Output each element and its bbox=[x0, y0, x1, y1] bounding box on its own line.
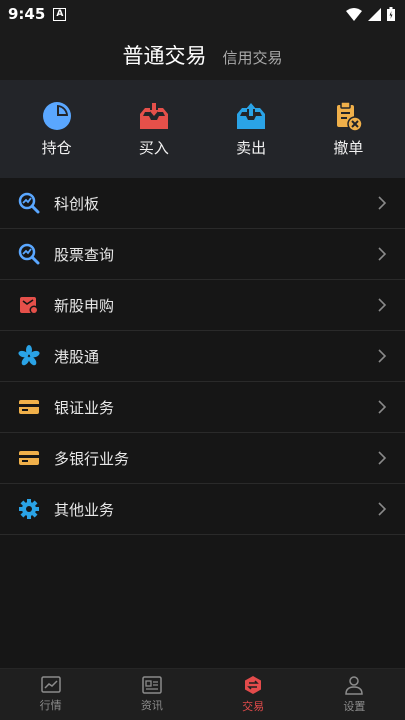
sell-label: 卖出 bbox=[236, 138, 267, 157]
nav-settings[interactable]: 设置 bbox=[304, 669, 405, 720]
menu-item-hk-connect[interactable]: 港股通 bbox=[0, 331, 405, 382]
chevron-right-icon bbox=[377, 247, 387, 261]
bauhinia-icon bbox=[18, 345, 40, 367]
menu-item-multi-bank[interactable]: 多银行业务 bbox=[0, 433, 405, 484]
nav-trade[interactable]: 交易 bbox=[203, 669, 304, 720]
nav-news[interactable]: 资讯 bbox=[101, 669, 202, 720]
tab-normal-trade[interactable]: 普通交易 bbox=[122, 40, 206, 70]
new-stock-icon bbox=[18, 294, 40, 316]
nav-label: 资讯 bbox=[140, 699, 163, 712]
gear-icon bbox=[18, 498, 40, 520]
inbox-upload-icon bbox=[236, 101, 266, 131]
news-icon bbox=[142, 676, 162, 694]
chevron-right-icon bbox=[377, 502, 387, 516]
buy-label: 买入 bbox=[138, 138, 169, 157]
menu-label: 港股通 bbox=[54, 347, 100, 366]
quick-actions: 持仓 买入 卖出 撤单 bbox=[0, 80, 405, 178]
tab-credit-trade[interactable]: 信用交易 bbox=[222, 47, 282, 70]
magnifier-chart-icon bbox=[18, 243, 40, 265]
menu-item-star-market[interactable]: 科创板 bbox=[0, 178, 405, 229]
chevron-right-icon bbox=[377, 196, 387, 210]
inbox-download-icon bbox=[139, 101, 169, 131]
menu-label: 多银行业务 bbox=[54, 449, 130, 468]
signal-icon bbox=[368, 7, 381, 21]
menu-label: 科创板 bbox=[54, 194, 100, 213]
nav-label: 行情 bbox=[39, 699, 62, 712]
menu-label: 新股申购 bbox=[54, 296, 115, 315]
menu-item-bank-securities[interactable]: 银证业务 bbox=[0, 382, 405, 433]
menu-label: 股票查询 bbox=[54, 245, 115, 264]
chevron-right-icon bbox=[377, 298, 387, 312]
sell-button[interactable]: 卖出 bbox=[211, 101, 291, 158]
menu-item-other-business[interactable]: 其他业务 bbox=[0, 484, 405, 535]
holdings-button[interactable]: 持仓 bbox=[17, 101, 97, 158]
bottom-nav: 行情 资讯 交易 设置 bbox=[0, 668, 405, 720]
holdings-label: 持仓 bbox=[41, 138, 72, 157]
menu-label: 其他业务 bbox=[54, 500, 115, 519]
chevron-right-icon bbox=[377, 451, 387, 465]
notification-badge-icon: A bbox=[53, 7, 67, 21]
menu-item-stock-query[interactable]: 股票查询 bbox=[0, 229, 405, 280]
menu-label: 银证业务 bbox=[54, 398, 115, 417]
nav-label: 设置 bbox=[343, 700, 366, 713]
trade-header: 普通交易 信用交易 bbox=[0, 28, 405, 80]
pie-chart-icon bbox=[42, 101, 72, 131]
wifi-icon bbox=[346, 7, 362, 21]
status-bar: 9:45 A bbox=[0, 0, 405, 28]
trade-icon bbox=[245, 676, 262, 694]
magnifier-chart-icon bbox=[18, 192, 40, 214]
chevron-right-icon bbox=[377, 400, 387, 414]
status-time: 9:45 bbox=[8, 5, 46, 23]
nav-label: 交易 bbox=[242, 700, 265, 713]
cancel-order-label: 撤单 bbox=[333, 138, 364, 157]
battery-icon bbox=[387, 7, 395, 21]
card-icon bbox=[18, 447, 40, 469]
clipboard-cancel-icon bbox=[333, 100, 364, 131]
cancel-order-button[interactable]: 撤单 bbox=[308, 100, 388, 158]
nav-market[interactable]: 行情 bbox=[0, 669, 101, 720]
card-icon bbox=[18, 396, 40, 418]
chevron-right-icon bbox=[377, 349, 387, 363]
business-menu: 科创板 股票查询 新股申购 港股通 银证业务 多银行业务 其他业务 bbox=[0, 178, 405, 535]
menu-item-ipo-subscription[interactable]: 新股申购 bbox=[0, 280, 405, 331]
buy-button[interactable]: 买入 bbox=[114, 101, 194, 158]
user-icon bbox=[345, 676, 364, 695]
market-chart-icon bbox=[40, 676, 61, 693]
